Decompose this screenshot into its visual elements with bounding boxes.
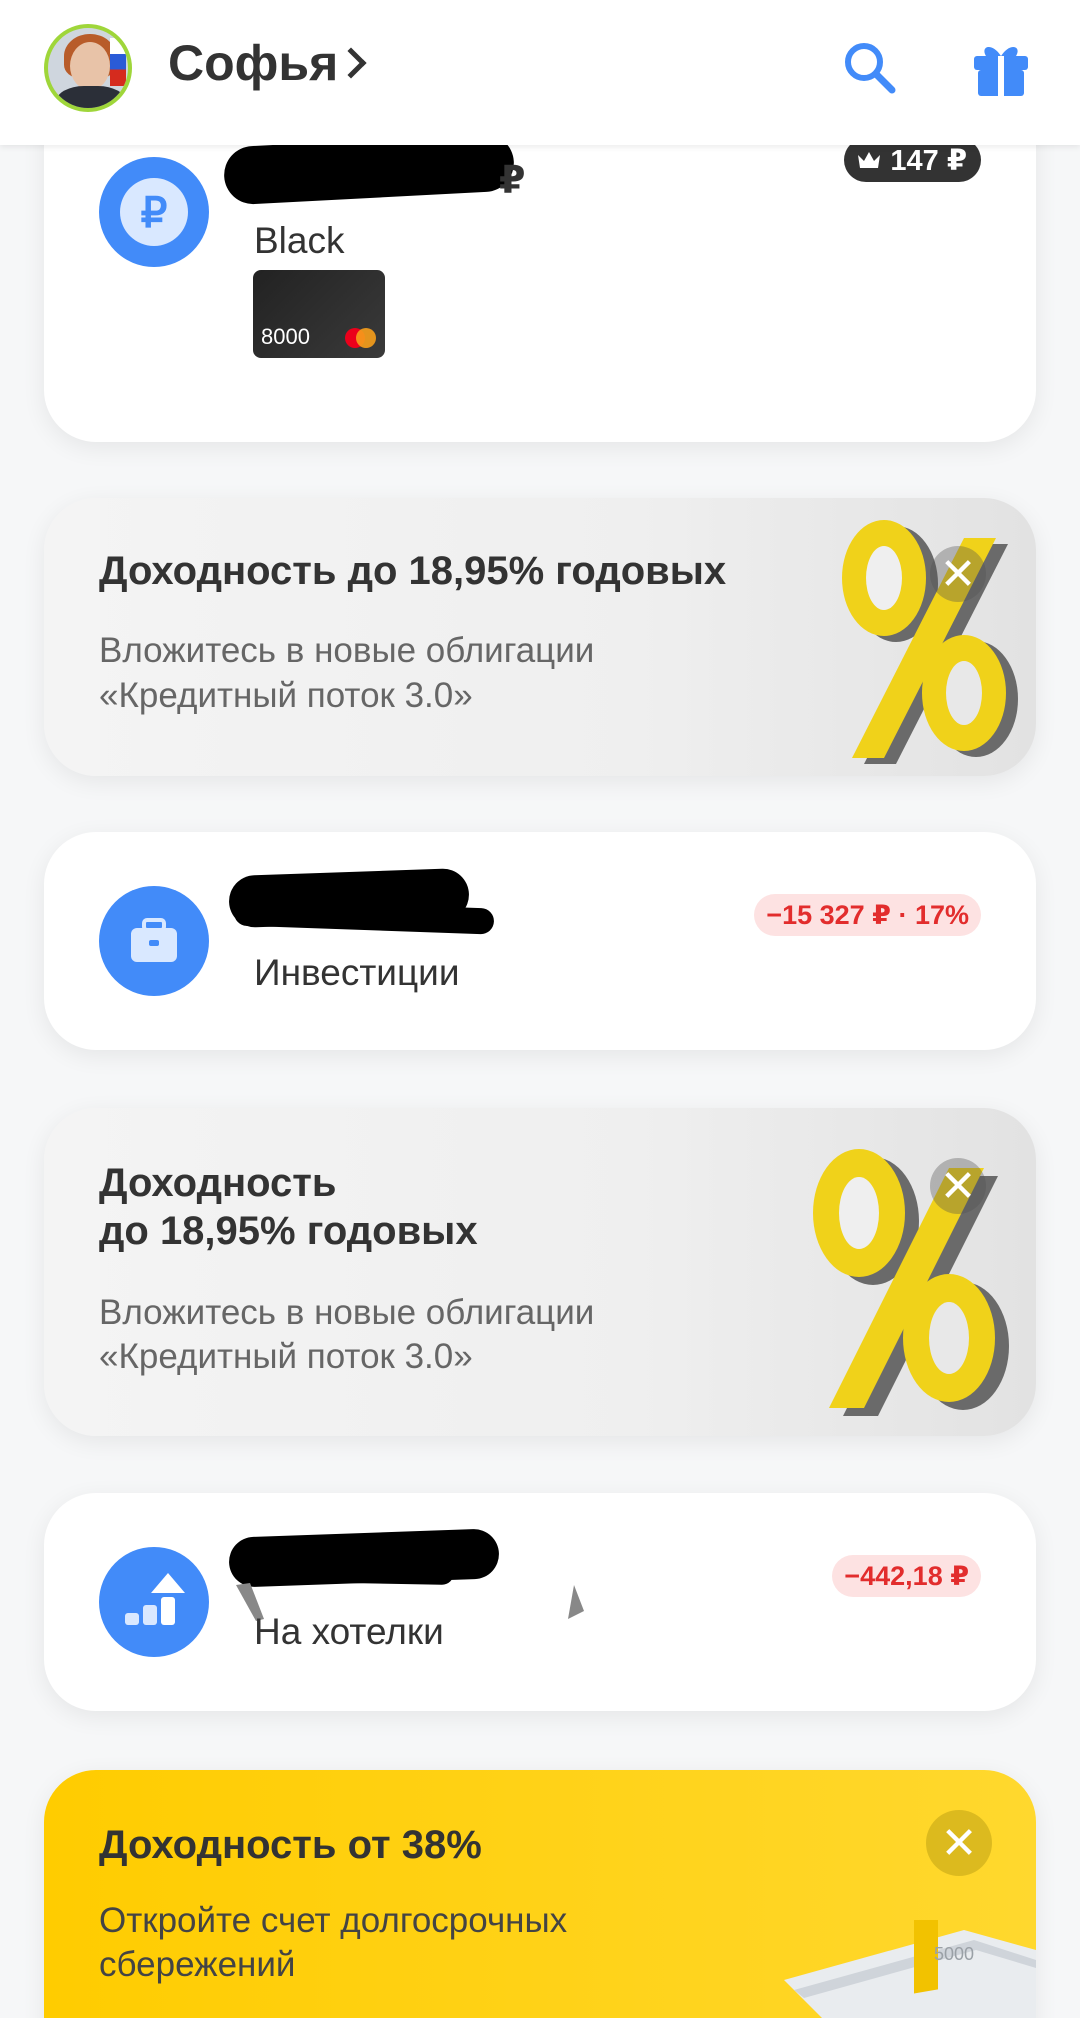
avatar-face [70,42,110,90]
avatar-body [56,86,126,108]
gift-icon[interactable] [970,38,1032,100]
promo-banner-bonds-1[interactable]: Доходность до 18,95% годовых Вложитесь в… [44,498,1036,776]
close-promo-button[interactable]: ✕ [926,1810,992,1876]
banknotes-illustration: 5000 [784,1920,1036,2018]
promo-title: Доходность до 18,95% годовых [99,549,727,593]
portfolio-change-badge: −15 327 ₽ · 17% [754,894,981,936]
svg-text:₽: ₽ [141,189,168,236]
promo-banner-bonds-2[interactable]: Доходность до 18,95% годовых Вложитесь в… [44,1108,1036,1436]
user-avatar[interactable] [44,24,132,112]
promo-text-line1: Вложитесь в новые облигации [99,1293,595,1332]
search-icon[interactable] [840,38,900,98]
close-promo-button[interactable]: ✕ [930,546,986,602]
percent-illustration [842,520,1018,764]
promo-text-line1: Откройте счет долгосрочных [99,1901,568,1940]
account-card-savings[interactable]: На хотелки −442,18 ₽ [44,1493,1036,1711]
account-name: Black [254,220,345,261]
crown-icon [858,152,881,168]
user-name[interactable]: Софья [168,34,338,92]
close-promo-button[interactable]: ✕ [930,1158,986,1214]
promo-text-line2: «Кредитный поток 3.0» [99,676,473,715]
promo-text-line1: Вложитесь в новые облигации [99,631,595,670]
briefcase-icon [99,886,209,996]
account-name: На хотелки [254,1611,444,1652]
account-name: Инвестиции [254,952,460,993]
bank-card-thumbnail[interactable]: 8000 [253,270,385,358]
percent-illustration [813,1149,1009,1416]
savings-growth-icon [99,1547,209,1657]
promo-text-line2: сбережений [99,1945,296,1984]
promo-title-line1: Доходность [99,1161,337,1205]
ruble-icon: ₽ [99,157,209,267]
chevron-right-icon[interactable] [335,47,367,79]
top-header: Софья [0,0,1080,145]
promo-banner-long-savings[interactable]: Доходность от 38% Откройте счет долгосро… [44,1770,1036,2018]
account-card-black[interactable]: ₽ ₽ Black 147 ₽ 8000 [44,120,1036,442]
balance-currency: ₽ [499,160,526,202]
avatar-flag [110,38,126,86]
cashback-amount: 147 ₽ [890,144,967,177]
promo-title: Доходность от 38% [99,1823,482,1867]
savings-change-badge: −442,18 ₽ [832,1555,981,1597]
promo-title-line2: до 18,95% годовых [99,1209,478,1253]
account-card-investments[interactable]: Инвестиции −15 327 ₽ · 17% [44,832,1036,1050]
mastercard-icon-overlap [356,328,376,348]
banknote-denomination: 5000 [934,1944,974,1964]
promo-text-line2: «Кредитный поток 3.0» [99,1337,473,1376]
card-last-digits: 8000 [261,324,310,349]
